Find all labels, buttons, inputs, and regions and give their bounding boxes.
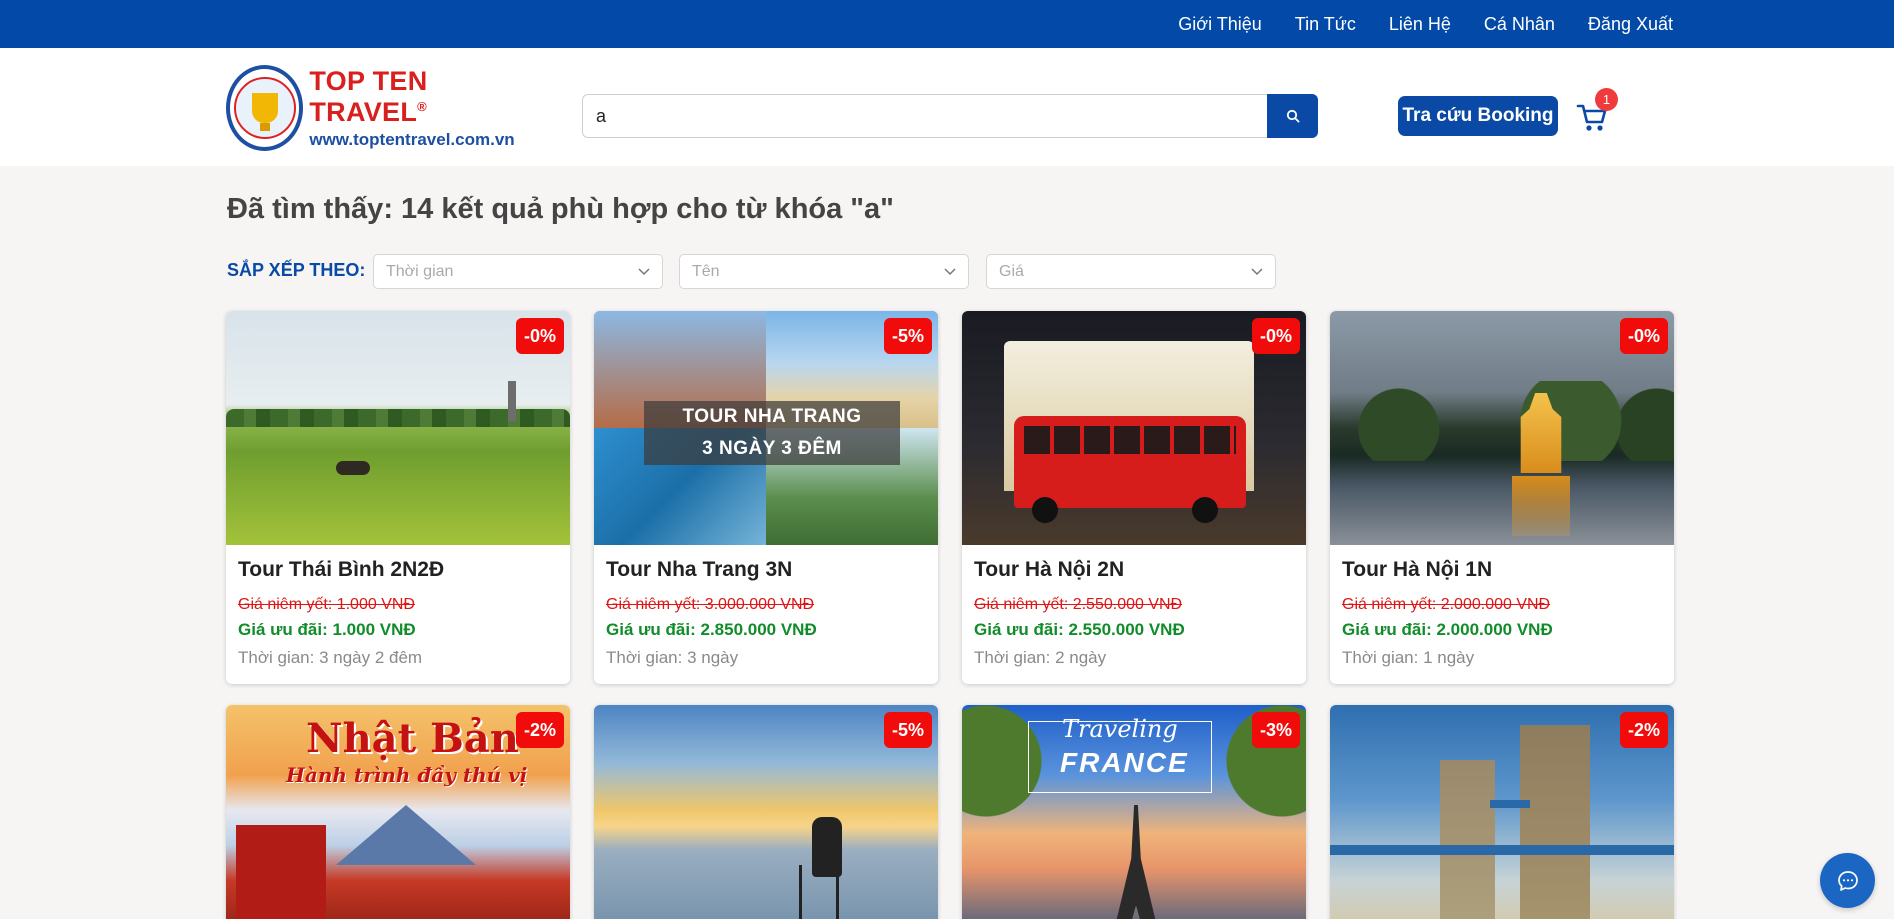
search-button[interactable]: [1267, 94, 1318, 138]
chevron-down-icon: [1251, 267, 1263, 275]
tour-image: -5%: [594, 705, 938, 919]
discount-badge: -0%: [1251, 318, 1300, 354]
listed-price: Giá niêm yết: 2.000.000 VNĐ: [1342, 596, 1551, 613]
cart-count-badge: 1: [1595, 88, 1618, 111]
tour-image: -2%: [1330, 705, 1674, 919]
tour-name[interactable]: Tour Hà Nội 2N: [974, 558, 1294, 582]
search-icon: [1286, 109, 1300, 123]
tour-image: Nhật Bản Hành trình đầy thú vị -2%: [226, 705, 570, 919]
nav-link-profile[interactable]: Cá Nhân: [1484, 14, 1555, 35]
tour-image: -0%: [962, 311, 1306, 545]
sort-price-select[interactable]: Giá: [986, 254, 1276, 289]
tour-name[interactable]: Tour Nha Trang 3N: [606, 558, 926, 582]
listed-price: Giá niêm yết: 1.000 VNĐ: [238, 596, 415, 613]
discount-price: Giá ưu đãi: 2.000.000 VNĐ: [1342, 620, 1553, 639]
tour-card[interactable]: Traveling FRANCE -3%: [962, 705, 1306, 919]
search-results-title: Đã tìm thấy: 14 kết quả phù hợp cho từ k…: [227, 193, 894, 225]
tour-image-subtitle: FRANCE: [1060, 747, 1189, 778]
chevron-down-icon: [944, 267, 956, 275]
listed-price: Giá niêm yết: 2.550.000 VNĐ: [974, 596, 1183, 613]
tour-duration: Thời gian: 3 ngày: [606, 648, 739, 667]
discount-badge: -5%: [883, 318, 932, 354]
chevron-down-icon: [638, 267, 650, 275]
tour-duration: Thời gian: 2 ngày: [974, 648, 1107, 667]
discount-price: Giá ưu đãi: 1.000 VNĐ: [238, 620, 416, 639]
listed-price: Giá niêm yết: 3.000.000 VNĐ: [606, 596, 815, 613]
sort-label: SẮP XẾP THEO:: [227, 260, 366, 280]
booking-lookup-button[interactable]: Tra cứu Booking: [1398, 96, 1558, 136]
discount-price: Giá ưu đãi: 2.550.000 VNĐ: [974, 620, 1185, 639]
logo-title: TOP TEN TRAVEL®: [309, 66, 428, 127]
tour-image-subtitle: Hành trình đầy thú vị: [286, 763, 528, 787]
tour-card[interactable]: Nhật Bản Hành trình đầy thú vị -2%: [226, 705, 570, 919]
tour-duration: Thời gian: 3 ngày 2 đêm: [238, 648, 423, 667]
search-input[interactable]: [582, 94, 1267, 138]
discount-badge: -5%: [883, 712, 932, 748]
tour-image: Traveling FRANCE -3%: [962, 705, 1306, 919]
nav-link-contact[interactable]: Liên Hệ: [1389, 14, 1451, 35]
tour-image: -0%: [1330, 311, 1674, 545]
tour-name[interactable]: Tour Hà Nội 1N: [1342, 558, 1662, 582]
search-bar: [582, 94, 1318, 138]
tour-card[interactable]: -0% Tour Hà Nội 1N Giá niêm yết: 2.000.0…: [1330, 311, 1674, 684]
tour-card[interactable]: TOUR NHA TRANG 3 NGÀY 3 ĐÊM -5% Tour Nha…: [594, 311, 938, 684]
tour-image-title: Nhật Bản: [306, 715, 519, 762]
site-logo[interactable]: TOP TEN TRAVEL® www.toptentravel.com.vn: [226, 65, 526, 151]
tour-image: TOUR NHA TRANG 3 NGÀY 3 ĐÊM -5%: [594, 311, 938, 545]
logo-url: www.toptentravel.com.vn: [309, 130, 515, 149]
sort-price-placeholder: Giá: [999, 262, 1024, 280]
tour-card[interactable]: -0% Tour Thái Bình 2N2Đ Giá niêm yết: 1.…: [226, 311, 570, 684]
tour-name[interactable]: Tour Thái Bình 2N2Đ: [238, 558, 558, 582]
tour-card[interactable]: -0% Tour Hà Nội 2N Giá niêm yết: 2.550.0…: [962, 311, 1306, 684]
discount-badge: -3%: [1251, 712, 1300, 748]
sort-time-placeholder: Thời gian: [386, 262, 454, 280]
discount-badge: -2%: [515, 712, 564, 748]
discount-badge: -0%: [515, 318, 564, 354]
tour-image-title: Traveling: [1062, 715, 1178, 743]
chat-button[interactable]: [1820, 853, 1875, 908]
discount-price: Giá ưu đãi: 2.850.000 VNĐ: [606, 620, 817, 639]
tour-card[interactable]: -2%: [1330, 705, 1674, 919]
sort-name-select[interactable]: Tên: [679, 254, 969, 289]
discount-badge: -2%: [1619, 712, 1668, 748]
nav-link-news[interactable]: Tin Tức: [1295, 14, 1356, 35]
nav-link-about[interactable]: Giới Thiệu: [1178, 14, 1262, 35]
discount-badge: -0%: [1619, 318, 1668, 354]
nav-link-logout[interactable]: Đăng Xuất: [1588, 14, 1673, 35]
tour-card[interactable]: -5%: [594, 705, 938, 919]
logo-badge-icon: [226, 65, 304, 151]
sort-time-select[interactable]: Thời gian: [373, 254, 663, 289]
tour-duration: Thời gian: 1 ngày: [1342, 648, 1475, 667]
top-nav-bar: Giới Thiệu Tin Tức Liên Hệ Cá Nhân Đăng …: [0, 0, 1894, 48]
tour-image-banner: TOUR NHA TRANG 3 NGÀY 3 ĐÊM: [644, 401, 900, 465]
sort-name-placeholder: Tên: [692, 262, 720, 280]
top-nav: Giới Thiệu Tin Tức Liên Hệ Cá Nhân Đăng …: [1178, 0, 1673, 48]
tour-image: -0%: [226, 311, 570, 545]
chat-icon: [1837, 870, 1858, 891]
